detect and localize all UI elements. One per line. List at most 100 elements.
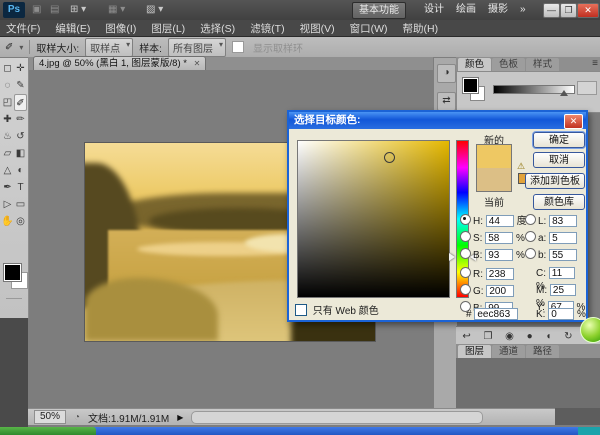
panel-menu-icon[interactable]: ≡ [592, 58, 598, 69]
web-colors-only-checkbox[interactable] [295, 304, 307, 316]
shape-tool-icon[interactable]: ▭ [14, 196, 27, 213]
menu-view[interactable]: 视图(V) [300, 21, 335, 36]
radio-l[interactable] [525, 214, 536, 225]
eraser-tool-icon[interactable]: ▱ [1, 145, 14, 162]
expanded-view-icon[interactable]: ❐ [483, 331, 492, 342]
blur-tool-icon[interactable]: △ [1, 162, 14, 179]
panel-foreground-swatch[interactable] [463, 78, 478, 93]
tab-color[interactable]: 颜色 [458, 58, 491, 71]
tab-layers[interactable]: 图层 [458, 345, 491, 358]
previous-state-icon[interactable]: ◖ [545, 331, 551, 342]
masks-panel-icon[interactable]: ⇄ [437, 92, 456, 111]
eyedropper-tool-button[interactable]: ✐ [14, 94, 27, 111]
hand-tool-icon[interactable]: ✋ [1, 213, 14, 230]
ramp-slider-handle[interactable] [560, 90, 568, 96]
saturation-brightness-field[interactable] [297, 140, 450, 298]
dodge-tool-icon[interactable]: ◐ [14, 162, 27, 179]
toggle-visibility-icon[interactable]: ● [527, 331, 533, 342]
eyedropper-tool-icon[interactable]: ✐ [5, 42, 13, 53]
hex-input[interactable]: eec863 [474, 308, 518, 320]
move-tool-icon[interactable]: ✛ [14, 60, 27, 77]
zoom-tool-icon[interactable]: ⊞ ▾ [70, 3, 86, 17]
menu-select[interactable]: 选择(S) [200, 21, 235, 36]
gradient-tool-icon[interactable]: ◧ [14, 145, 27, 162]
zoom-level-field[interactable]: 50% [34, 410, 66, 424]
workspace-more-button[interactable]: » [514, 2, 532, 17]
quick-selection-tool-icon[interactable]: ✎ [14, 77, 27, 94]
screen-mode-icon[interactable]: ▨ ▾ [146, 3, 163, 17]
arrange-documents-icon[interactable]: ▦ ▾ [108, 3, 125, 17]
tab-paths[interactable]: 路径 [526, 345, 559, 358]
input-k[interactable]: 0 [548, 308, 574, 320]
radio-b[interactable] [460, 248, 471, 259]
dialog-close-icon[interactable]: ✕ [564, 114, 583, 129]
input-c[interactable]: 11 [549, 267, 575, 279]
tool-preset-arrow-icon[interactable]: ▾ [19, 43, 23, 52]
show-ring-checkbox[interactable] [232, 41, 244, 53]
restore-button[interactable]: ❐ [560, 3, 577, 18]
radio-a[interactable] [525, 231, 536, 242]
minimize-button[interactable]: — [543, 3, 560, 18]
close-button[interactable]: ✕ [577, 3, 599, 18]
radio-h[interactable] [460, 214, 471, 225]
tab-channels[interactable]: 通道 [492, 345, 525, 358]
path-selection-tool-icon[interactable]: ▷ [1, 196, 14, 213]
horizontal-scrollbar[interactable] [191, 411, 483, 424]
add-to-swatches-button[interactable]: 添加到色板 [525, 173, 585, 189]
sample-size-dropdown[interactable]: 取样点 [85, 38, 133, 57]
lasso-tool-icon[interactable]: ◌ [1, 77, 14, 94]
bridge-icon[interactable]: ▣ [32, 3, 41, 17]
input-g[interactable]: 200 [486, 285, 514, 297]
dialog-title-bar[interactable]: 选择目标颜色: [289, 112, 586, 129]
start-button-edge[interactable] [0, 427, 96, 435]
menu-image[interactable]: 图像(I) [105, 21, 136, 36]
reset-icon[interactable]: ↻ [564, 331, 572, 342]
zoom-tool-icon-toolbox[interactable]: ◎ [14, 213, 27, 230]
menu-filter[interactable]: 滤镜(T) [250, 21, 284, 36]
current-color-swatch[interactable] [477, 168, 511, 191]
healing-brush-tool-icon[interactable]: ✚ [1, 111, 14, 128]
hue-slider-arrow-left[interactable] [449, 253, 455, 261]
return-arrow-icon[interactable]: ↩ [462, 331, 470, 342]
overlay-green-badge[interactable] [580, 317, 600, 343]
tab-close-icon[interactable]: ✕ [194, 59, 201, 68]
menu-file[interactable]: 文件(F) [6, 21, 40, 36]
foreground-color-swatch[interactable] [4, 264, 21, 281]
document-tab[interactable]: 4.jpg @ 50% (黑白 1, 图层蒙版/8) * ✕ [33, 56, 206, 71]
adjustments-panel-icon[interactable]: ◑ [437, 64, 456, 83]
input-h[interactable]: 44 [486, 215, 514, 227]
input-s[interactable]: 58 [485, 232, 513, 244]
pen-tool-icon[interactable]: ✒ [1, 179, 14, 196]
clone-stamp-tool-icon[interactable]: ♨ [1, 128, 14, 145]
radio-lab-b[interactable] [525, 248, 536, 259]
brush-tool-icon[interactable]: ✏ [14, 111, 27, 128]
input-m[interactable]: 25 [550, 284, 576, 296]
cancel-button[interactable]: 取消 [533, 152, 585, 168]
radio-r[interactable] [460, 267, 471, 278]
radio-s[interactable] [460, 231, 471, 242]
tab-swatches[interactable]: 色板 [492, 58, 525, 71]
menu-help[interactable]: 帮助(H) [403, 21, 439, 36]
workspace-design-button[interactable]: 设计 [418, 2, 450, 17]
type-tool-icon[interactable]: T [14, 179, 27, 196]
input-b[interactable]: 93 [485, 249, 513, 261]
status-expand-icon[interactable]: ▶ [177, 413, 183, 422]
ramp-value-field[interactable] [577, 81, 597, 95]
menu-layer[interactable]: 图层(L) [151, 21, 185, 36]
menu-window[interactable]: 窗口(W) [350, 21, 388, 36]
radio-g[interactable] [460, 284, 471, 295]
clip-to-layer-icon[interactable]: ◉ [505, 331, 514, 342]
history-brush-tool-icon[interactable]: ↺ [14, 128, 27, 145]
input-l[interactable]: 83 [549, 215, 577, 227]
gamut-warning-icon[interactable]: ⚠ [517, 162, 525, 171]
input-lab-b[interactable]: 55 [549, 249, 577, 261]
tab-styles[interactable]: 样式 [526, 58, 559, 71]
crop-tool-icon[interactable]: ◰ [1, 94, 14, 111]
sample-dropdown[interactable]: 所有图层 [168, 38, 226, 57]
input-r[interactable]: 238 [486, 268, 514, 280]
color-libraries-button[interactable]: 颜色库 [533, 194, 585, 210]
workspace-essentials-button[interactable]: 基本功能 [352, 2, 406, 19]
input-a[interactable]: 5 [549, 232, 577, 244]
workspace-photography-button[interactable]: 摄影 [482, 2, 514, 17]
menu-edit[interactable]: 编辑(E) [55, 21, 90, 36]
